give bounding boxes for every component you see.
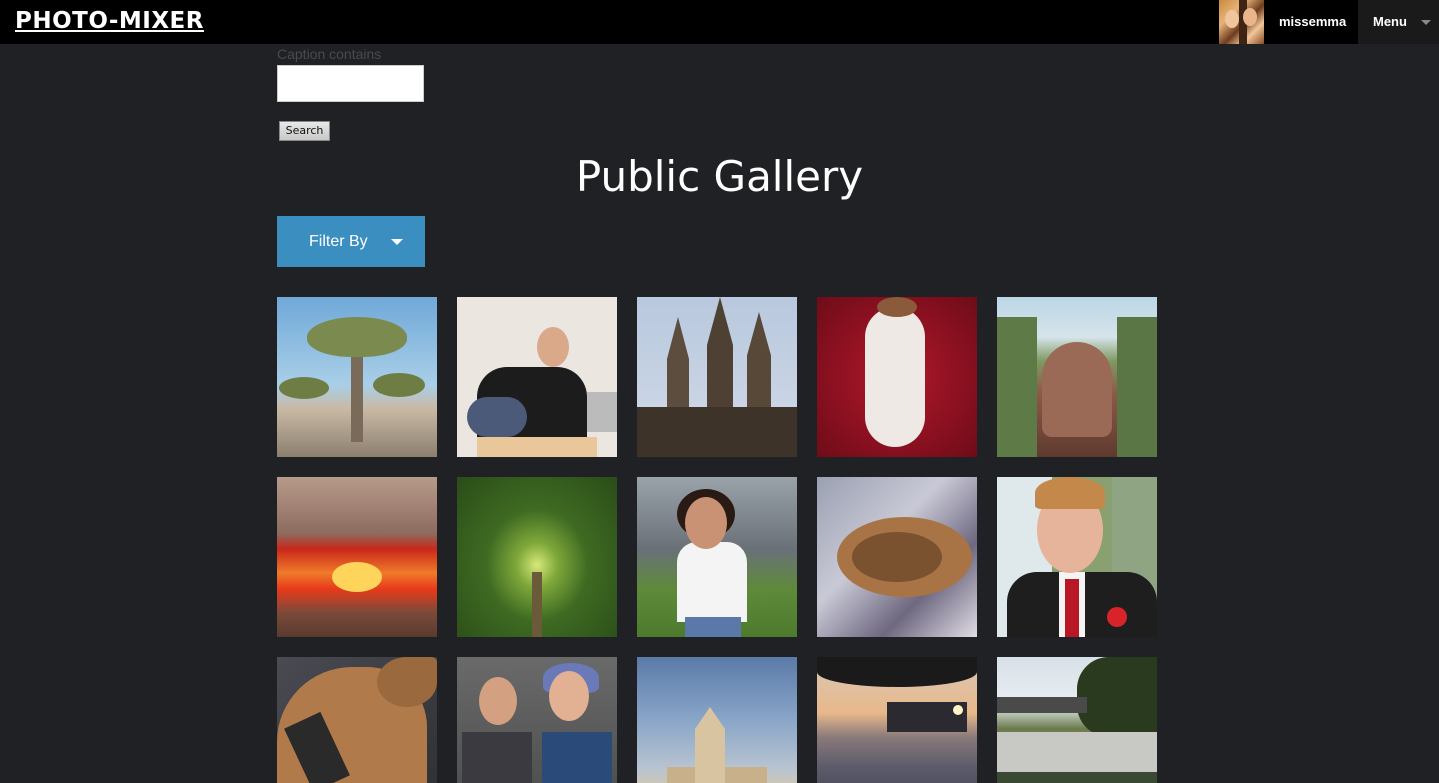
gallery-photo[interactable] — [817, 477, 977, 637]
caption-search-label: Caption contains — [277, 46, 382, 62]
search-button[interactable]: Search — [279, 121, 330, 141]
gallery-photo[interactable] — [637, 657, 797, 783]
photo-gallery-grid — [277, 297, 1157, 783]
caption-search-input[interactable] — [277, 65, 424, 102]
gallery-photo[interactable] — [637, 477, 797, 637]
gallery-photo[interactable] — [997, 657, 1157, 783]
gallery-photo[interactable] — [637, 297, 797, 457]
site-logo[interactable]: PHOTO-MIXER — [15, 8, 204, 34]
caret-down-icon — [391, 239, 403, 245]
filter-by-dropdown[interactable]: Filter By — [277, 216, 425, 267]
top-navbar: PHOTO-MIXER missemma Menu — [0, 0, 1439, 44]
username-link[interactable]: missemma — [1279, 14, 1346, 29]
gallery-photo[interactable] — [277, 477, 437, 637]
gallery-photo[interactable] — [457, 657, 617, 783]
gallery-photo[interactable] — [997, 297, 1157, 457]
gallery-photo[interactable] — [277, 657, 437, 783]
gallery-photo[interactable] — [277, 297, 437, 457]
chevron-down-icon — [1421, 20, 1431, 25]
gallery-photo[interactable] — [457, 297, 617, 457]
gallery-photo[interactable] — [457, 477, 617, 637]
gallery-photo[interactable] — [817, 297, 977, 457]
user-avatar[interactable] — [1219, 0, 1264, 44]
page-title: Public Gallery — [575, 152, 864, 201]
menu-label: Menu — [1373, 14, 1407, 29]
gallery-photo[interactable] — [817, 657, 977, 783]
menu-dropdown-button[interactable]: Menu — [1358, 0, 1439, 44]
filter-by-label: Filter By — [309, 233, 368, 250]
gallery-photo[interactable] — [997, 477, 1157, 637]
